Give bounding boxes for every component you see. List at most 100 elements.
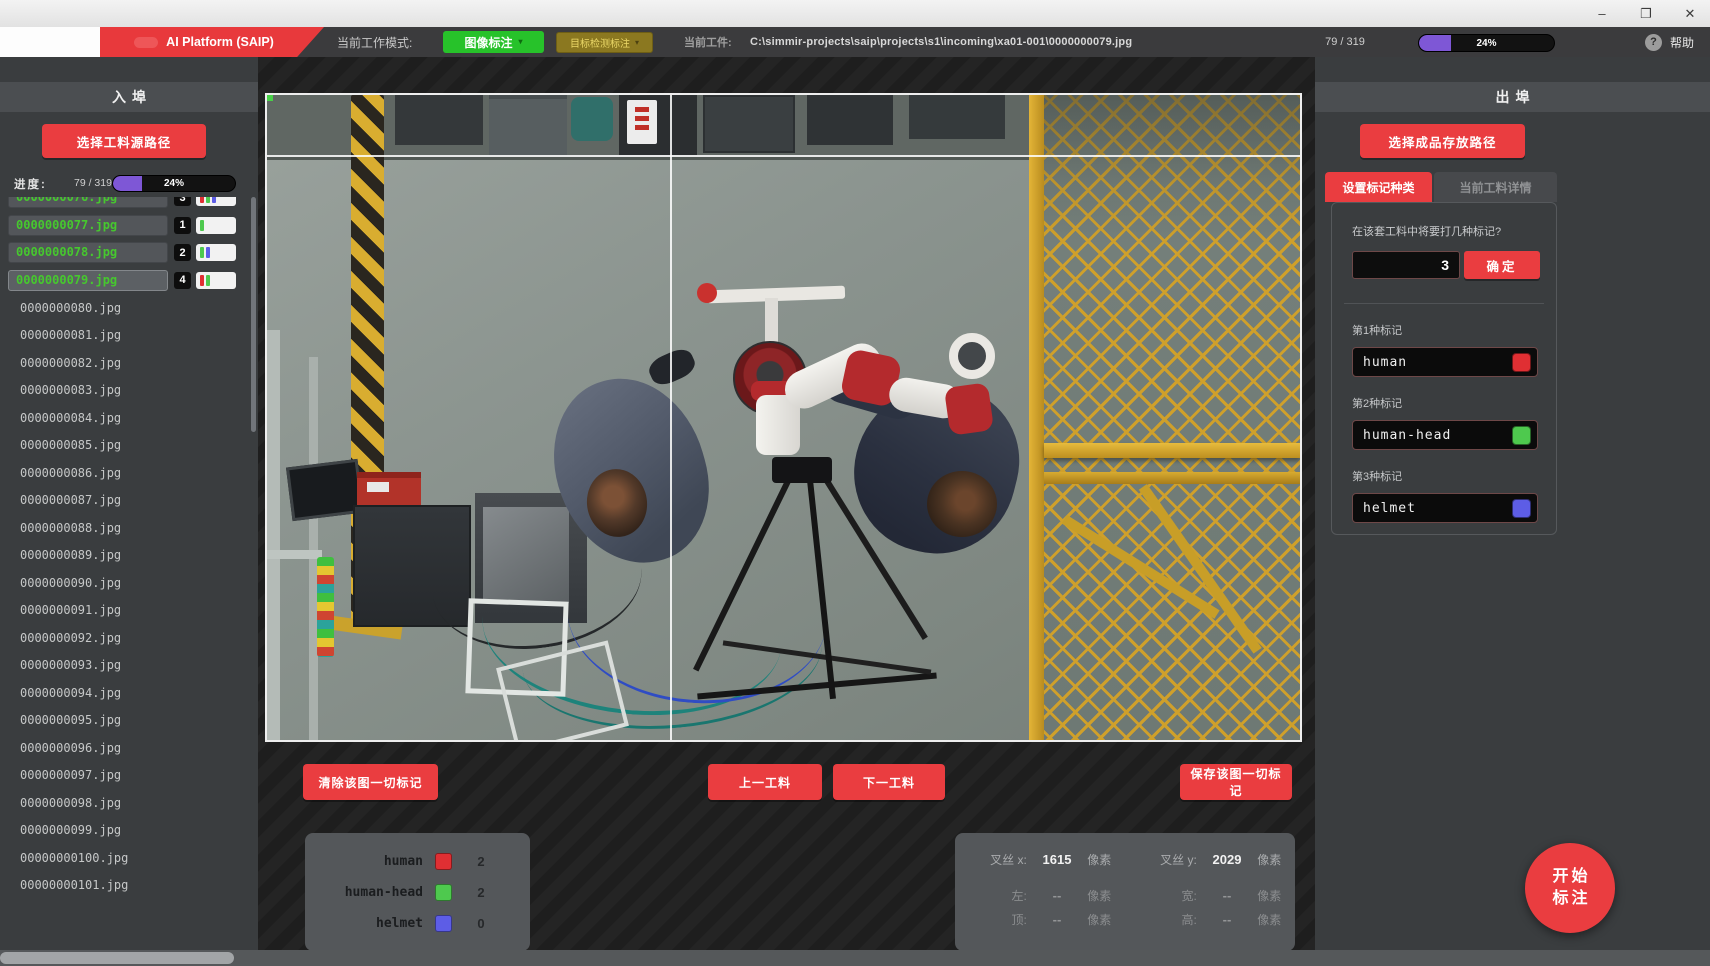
file-name: 0000000082.jpg xyxy=(20,356,121,370)
label-count-input[interactable]: 3 xyxy=(1352,251,1460,279)
brand-logo-icon xyxy=(134,37,158,48)
tab-set-label-types[interactable]: 设置标记种类 xyxy=(1325,172,1432,202)
green-color-swatch[interactable] xyxy=(1512,426,1531,445)
file-list-scrollbar[interactable] xyxy=(251,197,256,432)
file-name: 0000000098.jpg xyxy=(20,796,121,810)
pixel-unit-label: 像素 xyxy=(1257,851,1295,868)
help-button[interactable]: ? 帮助 xyxy=(1645,27,1694,57)
minimize-icon[interactable]: – xyxy=(1594,6,1610,21)
file-name: 00000000100.jpg xyxy=(20,851,128,865)
file-name: 0000000076.jpg xyxy=(8,197,168,208)
file-list-item[interactable]: 0000000098.jpg xyxy=(0,789,250,817)
file-list-item[interactable]: 0000000093.jpg xyxy=(0,652,250,680)
file-list-item[interactable]: 0000000080.jpg xyxy=(0,294,250,322)
start-annotation-line2: 标注 xyxy=(1549,888,1590,910)
label-name-input[interactable]: human xyxy=(1352,347,1538,377)
file-list-item[interactable]: 0000000076.jpg3 xyxy=(0,197,250,212)
file-list-item[interactable]: 0000000082.jpg xyxy=(0,349,250,377)
pixel-unit-label: 像素 xyxy=(1257,911,1295,928)
file-list-item[interactable]: 0000000088.jpg xyxy=(0,514,250,542)
horizontal-scrollbar[interactable] xyxy=(0,950,1710,966)
legend-label: helmet xyxy=(305,916,423,931)
file-list-item[interactable]: 00000000101.jpg xyxy=(0,872,250,900)
annotation-workspace: 清除该图一切标记 上一工料 下一工料 保存该图一切标记 human2human-… xyxy=(258,57,1315,966)
file-list-item[interactable]: 0000000077.jpg1 xyxy=(0,212,250,240)
previous-item-button[interactable]: 上一工料 xyxy=(708,764,822,800)
divider xyxy=(1344,303,1544,304)
blue-mark-chip xyxy=(212,197,216,203)
app-header: AI Platform (SAIP) 当前工作模式: 图像标注 ▾ 目标检测标注… xyxy=(0,27,1710,57)
progress-label: 进度: xyxy=(14,176,47,192)
horizontal-scrollbar-handle[interactable] xyxy=(0,952,234,964)
red-color-swatch[interactable] xyxy=(435,853,452,870)
green-mark-chip xyxy=(200,220,204,231)
file-name: 0000000081.jpg xyxy=(20,328,121,342)
pixel-unit-label: 像素 xyxy=(1087,911,1125,928)
file-list-item[interactable]: 0000000084.jpg xyxy=(0,404,250,432)
green-color-swatch[interactable] xyxy=(435,884,452,901)
file-list-item[interactable]: 0000000078.jpg2 xyxy=(0,239,250,267)
file-list-item[interactable]: 0000000087.jpg xyxy=(0,487,250,515)
blue-color-swatch[interactable] xyxy=(1512,499,1531,518)
file-list-item[interactable]: 0000000079.jpg4 xyxy=(0,267,250,295)
clear-all-marks-button[interactable]: 清除该图一切标记 xyxy=(303,764,438,800)
file-list-item[interactable]: 0000000090.jpg xyxy=(0,569,250,597)
next-item-button[interactable]: 下一工料 xyxy=(833,764,945,800)
confirm-button[interactable]: 确定 xyxy=(1464,251,1540,279)
file-list-item[interactable]: 0000000092.jpg xyxy=(0,624,250,652)
file-list-item[interactable]: 0000000081.jpg xyxy=(0,322,250,350)
detection-annotation-mode-label: 目标检测标注 xyxy=(570,35,630,50)
label-name-value: helmet xyxy=(1363,501,1512,516)
file-name: 0000000087.jpg xyxy=(20,493,121,507)
file-name: 0000000090.jpg xyxy=(20,576,121,590)
close-icon[interactable]: ✕ xyxy=(1682,6,1698,22)
legend-count: 2 xyxy=(452,854,510,869)
annotation-canvas[interactable] xyxy=(265,93,1302,742)
sidebar-progress-percent: 24% xyxy=(113,176,235,191)
crosshair-horizontal xyxy=(267,155,1300,157)
file-list-item[interactable]: 0000000095.jpg xyxy=(0,707,250,735)
red-color-swatch[interactable] xyxy=(1512,353,1531,372)
select-source-path-button[interactable]: 选择工料源路径 xyxy=(42,124,206,158)
label-count-question: 在该套工料中将要打几种标记? xyxy=(1352,223,1540,239)
legend-row: helmet0 xyxy=(305,908,530,939)
blue-color-swatch[interactable] xyxy=(435,915,452,932)
save-all-marks-button[interactable]: 保存该图一切标记 xyxy=(1180,764,1292,800)
label-name-value: human xyxy=(1363,355,1512,370)
output-sidebar: 出埠 选择成品存放路径 设置标记种类 当前工料详情 在该套工料中将要打几种标记?… xyxy=(1315,57,1710,966)
image-annotation-mode-label: 图像标注 xyxy=(464,34,512,51)
detection-annotation-mode-button[interactable]: 目标检测标注 ▾ xyxy=(556,32,653,53)
label-type-fields: 第1种标记human第2种标记human-head第3种标记helmet xyxy=(1332,322,1556,523)
select-output-path-button[interactable]: 选择成品存放路径 xyxy=(1360,124,1525,158)
label-name-input[interactable]: human-head xyxy=(1352,420,1538,450)
label-name-input[interactable]: helmet xyxy=(1352,493,1538,523)
start-annotation-button[interactable]: 开始 标注 xyxy=(1525,843,1615,933)
file-name: 00000000101.jpg xyxy=(20,878,128,892)
label-settings-panel: 在该套工料中将要打几种标记? 3 确定 第1种标记human第2种标记human… xyxy=(1331,202,1557,535)
maximize-icon[interactable]: ❐ xyxy=(1638,6,1654,22)
progress-row: 进度: 79 / 319 24% xyxy=(0,175,258,195)
work-mode-label: 当前工作模式: xyxy=(337,27,412,57)
file-name: 0000000077.jpg xyxy=(8,215,168,236)
file-name: 0000000093.jpg xyxy=(20,658,121,672)
file-list-item[interactable]: 0000000085.jpg xyxy=(0,432,250,460)
file-list-item[interactable]: 0000000096.jpg xyxy=(0,734,250,762)
start-annotation-line1: 开始 xyxy=(1549,866,1590,888)
mark-color-chips xyxy=(196,197,236,206)
mark-count-badge: 2 xyxy=(174,244,191,261)
coordinates-panel: 叉丝 x: 1615 像素 叉丝 y: 2029 像素 左: -- 像素 宽: … xyxy=(955,833,1295,951)
image-annotation-mode-button[interactable]: 图像标注 ▾ xyxy=(443,31,544,53)
file-list-item[interactable]: 0000000089.jpg xyxy=(0,542,250,570)
file-list-item[interactable]: 0000000094.jpg xyxy=(0,679,250,707)
file-list-item[interactable]: 0000000083.jpg xyxy=(0,377,250,405)
file-list-item[interactable]: 0000000099.jpg xyxy=(0,817,250,845)
annotation-box-green[interactable] xyxy=(267,95,273,101)
file-list-item[interactable]: 0000000097.jpg xyxy=(0,762,250,790)
header-progress-percent: 24% xyxy=(1419,35,1554,51)
red-mark-chip xyxy=(200,275,204,286)
file-list-item[interactable]: 0000000091.jpg xyxy=(0,597,250,625)
mark-color-chips xyxy=(196,244,236,261)
file-list-item[interactable]: 0000000086.jpg xyxy=(0,459,250,487)
tab-current-item-details[interactable]: 当前工料详情 xyxy=(1434,172,1557,202)
file-list-item[interactable]: 00000000100.jpg xyxy=(0,844,250,872)
